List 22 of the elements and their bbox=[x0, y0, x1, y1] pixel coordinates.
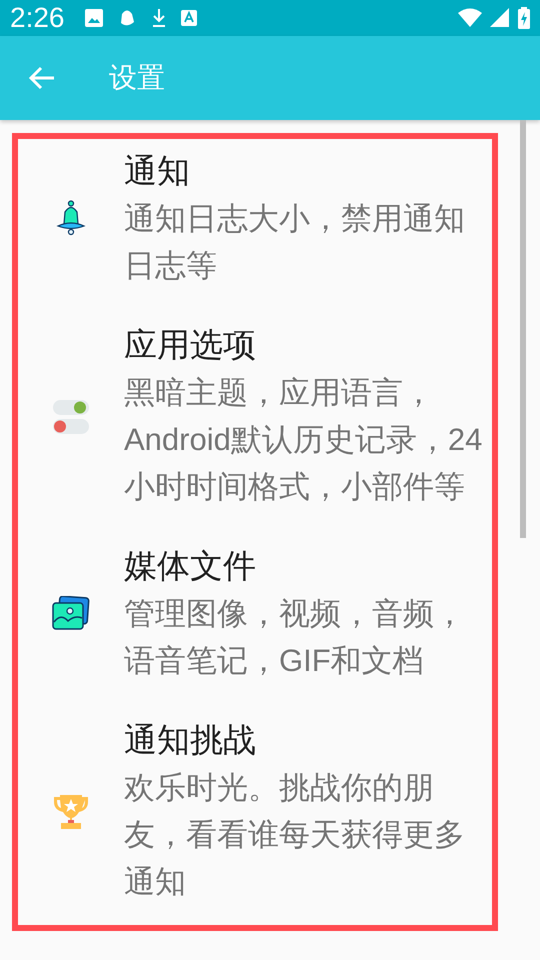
download-icon bbox=[150, 8, 166, 28]
item-description: 通知日志大小，禁用通知日志等 bbox=[124, 200, 466, 285]
font-icon bbox=[180, 10, 196, 26]
settings-item[interactable]: 媒体文件 管理图像，视频，音频，语音笔记，GIF和文档 bbox=[18, 538, 492, 712]
wifi-icon bbox=[458, 8, 482, 28]
item-title: 通知挑战 bbox=[124, 720, 257, 760]
item-title: 通知 bbox=[124, 151, 191, 191]
item-description: 黑暗主题，应用语言，Android默认历史记录，24小时时间格式，小部件等 bbox=[124, 374, 484, 506]
battery-icon bbox=[518, 7, 530, 29]
item-description: 欢乐时光。挑战你的朋友，看看谁每天获得更多通知 bbox=[124, 769, 466, 901]
item-title: 应用选项 bbox=[124, 325, 257, 365]
status-time: 2:26 bbox=[10, 2, 64, 34]
item-title: 媒体文件 bbox=[124, 546, 257, 586]
settings-item[interactable]: 通知挑战 欢乐时光。挑战你的朋友，看看谁每天获得更多通知 bbox=[18, 712, 492, 933]
settings-item[interactable]: 应用选项 黑暗主题，应用语言，Android默认历史记录，24小时时间格式，小部件等 bbox=[18, 317, 492, 538]
image-icon bbox=[84, 9, 102, 27]
bell-icon bbox=[56, 200, 86, 236]
item-description: 管理图像，视频，音频，语音笔记，GIF和文档 bbox=[124, 595, 466, 680]
photos-icon bbox=[52, 596, 90, 630]
signal-icon bbox=[490, 8, 510, 28]
page-title: 设置 bbox=[109, 61, 165, 95]
settings-item[interactable]: 通知 通知日志大小，禁用通知日志等 bbox=[18, 143, 492, 317]
